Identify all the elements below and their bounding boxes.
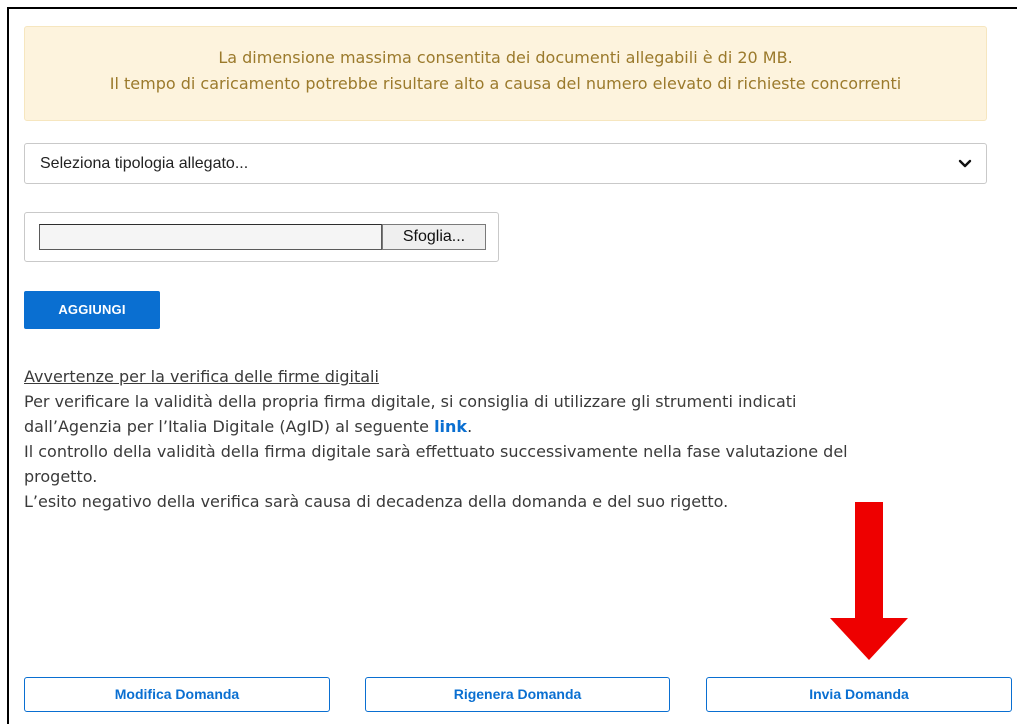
add-attachment-button[interactable]: AGGIUNGI [24, 291, 160, 329]
browse-button[interactable]: Sfoglia... [382, 224, 486, 250]
file-upload-box: Sfoglia... [24, 212, 499, 262]
signature-warning-section: Avvertenze per la verifica delle firme d… [24, 364, 994, 514]
attachment-type-select[interactable]: Seleziona tipologia allegato... [24, 143, 987, 184]
file-path-field[interactable] [39, 224, 382, 250]
regenerate-application-button[interactable]: Rigenera Domanda [365, 677, 670, 712]
chevron-down-icon [958, 159, 972, 168]
signature-warning-line-3: Il controllo della validità della firma … [24, 442, 848, 461]
red-arrow-down-icon [830, 502, 908, 660]
submit-application-button[interactable]: Invia Domanda [706, 677, 1012, 712]
modify-application-button[interactable]: Modifica Domanda [24, 677, 330, 712]
upload-limit-notice: La dimensione massima consentita dei doc… [24, 26, 987, 121]
attachment-type-selected-value: Seleziona tipologia allegato... [40, 155, 249, 172]
signature-warning-line-2-end: . [467, 417, 473, 436]
agid-link[interactable]: link [434, 417, 467, 436]
notice-line-size: La dimensione massima consentita dei doc… [218, 48, 793, 67]
signature-warning-line-2-text: dall’Agenzia per l’Italia Digitale (AgID… [24, 417, 435, 436]
signature-warning-line-2: dall’Agenzia per l’Italia Digitale (AgID… [24, 414, 994, 439]
signature-warning-title: Avvertenze per la verifica delle firme d… [24, 367, 379, 386]
notice-line-time: Il tempo di caricamento potrebbe risulta… [109, 74, 902, 93]
signature-warning-line-1: Per verificare la validità della propria… [24, 392, 797, 411]
signature-warning-line-4: progetto. [24, 467, 98, 486]
